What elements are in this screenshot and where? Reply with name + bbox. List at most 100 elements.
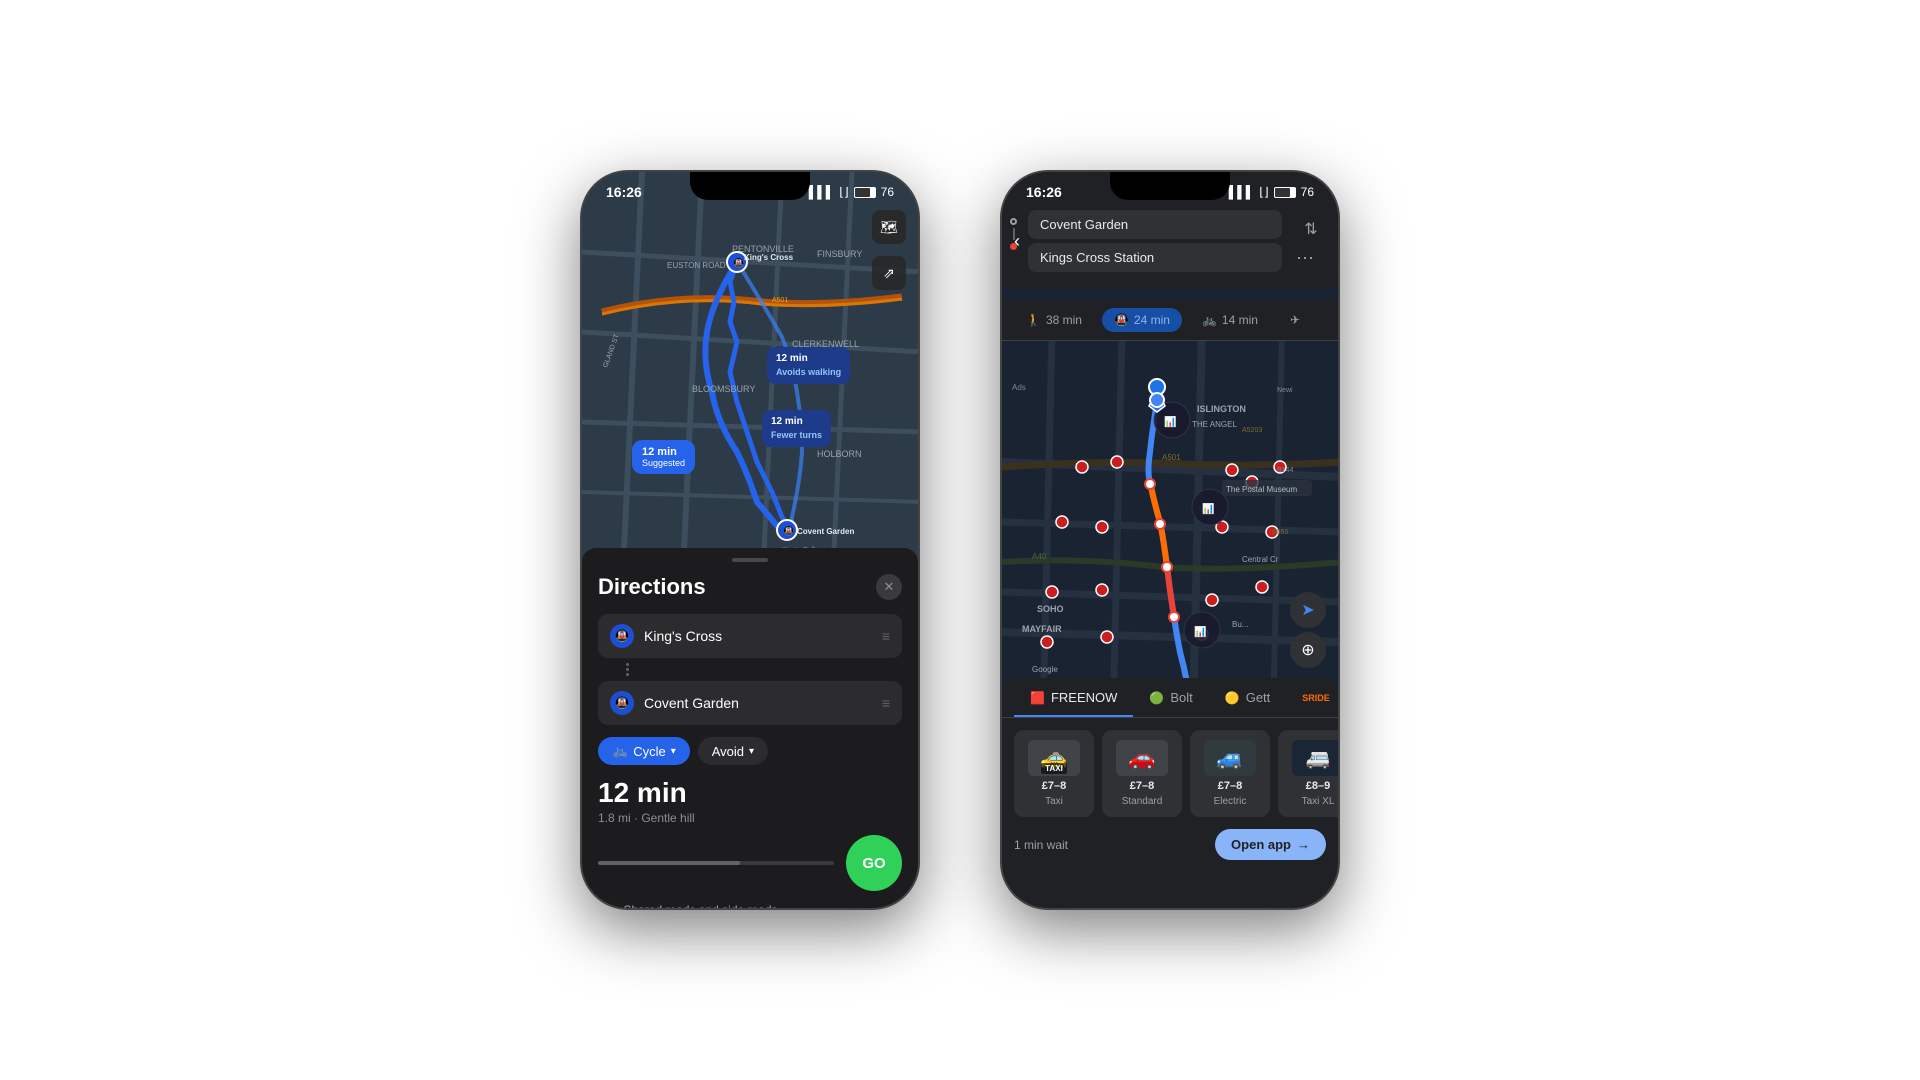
svg-text:A5203: A5203 [1242, 427, 1262, 434]
location-btn[interactable]: ⇗ [872, 256, 906, 290]
svg-text:📊: 📊 [1202, 502, 1214, 515]
xl-price: £8–9 [1306, 780, 1330, 792]
mode-walk[interactable]: 🚶 38 min [1014, 308, 1094, 332]
time-right: 16:26 [1026, 184, 1062, 200]
svg-text:ISLINGTON: ISLINGTON [1197, 404, 1246, 414]
cycle-chevron: ▾ [671, 746, 676, 757]
taxi-cards: 🚕 TAXI £7–8 Taxi 🚗 £7–8 Standard 🚙 £7– [1002, 718, 1338, 825]
duration-sub: 1.8 mi · Gentle hill [598, 811, 902, 825]
waypoints-divider [626, 660, 902, 679]
svg-text:The Postal Museum: The Postal Museum [1226, 485, 1297, 494]
svg-text:A501: A501 [1162, 453, 1181, 462]
transport-row: 🚲 Cycle ▾ Avoid ▾ [598, 737, 902, 765]
map-icon-btn[interactable]: 🗺 [872, 210, 906, 244]
svg-text:📊: 📊 [1164, 415, 1176, 428]
gmap-origin-row: ‹ Covent Garden Kings Cross Station ⇅ ⋯ [1014, 210, 1326, 272]
go-button[interactable]: GO [846, 835, 902, 891]
info-row: 🚲 Shared roads and side roads ⚠️ May req… [598, 901, 902, 910]
cycle-time: 14 min [1222, 313, 1258, 327]
svg-text:B144: B144 [1277, 467, 1293, 474]
progress-bar [598, 861, 834, 865]
mode-flight[interactable]: ✈ [1278, 308, 1312, 332]
compass-button[interactable]: ⊕ [1290, 632, 1326, 668]
mode-transit[interactable]: 🚇 24 min [1102, 308, 1182, 332]
svg-text:SOHO: SOHO [1037, 604, 1064, 614]
svg-text:MAYFAIR: MAYFAIR [1022, 624, 1062, 634]
transit-icon: 🚇 [1114, 313, 1129, 327]
wait-time: 1 min wait [1014, 838, 1068, 852]
svg-text:THE ANGEL: THE ANGEL [1192, 420, 1237, 429]
right-phone: 16:26 ▌▌▌ ⌊⌋ 76 ‹ Covent Garden [1000, 170, 1340, 910]
wifi-right: ⌊⌋ [1259, 185, 1268, 199]
taxi-price: £7–8 [1042, 780, 1066, 792]
status-icons-left: ▌▌▌ ⌊⌋ 76 [809, 185, 894, 199]
taxi-type: Taxi [1045, 796, 1063, 807]
battery-fill-left [855, 188, 870, 197]
svg-text:A40: A40 [1032, 552, 1047, 561]
svg-text:BLOOMSBURY: BLOOMSBURY [692, 384, 755, 394]
start-waypoint-icon: 🚇 [610, 624, 634, 648]
svg-text:Bu...: Bu... [1232, 620, 1248, 629]
tab-bolt[interactable]: 🟢 Bolt [1133, 678, 1208, 717]
my-location-button[interactable]: ➤ [1290, 592, 1326, 628]
taxi-card-taxi[interactable]: 🚕 TAXI £7–8 Taxi [1014, 730, 1094, 817]
progress-go-row: GO [598, 835, 902, 891]
battery-pct-left: 76 [881, 185, 894, 199]
xl-image: 🚐 [1292, 740, 1338, 776]
shared-roads-icon: 🚲 [598, 901, 615, 910]
transit-time: 24 min [1134, 313, 1170, 327]
close-button[interactable]: ✕ [876, 574, 902, 600]
signal-left: ▌▌▌ [809, 185, 835, 199]
origin-dot [1010, 218, 1017, 225]
tab-gett[interactable]: 🟡 Gett [1209, 678, 1287, 717]
freenow-label: FREENOW [1051, 690, 1117, 705]
more-button[interactable]: ⋯ [1296, 248, 1326, 269]
svg-text:FINSBURY: FINSBURY [817, 249, 862, 259]
duration-text: 12 min [598, 777, 902, 809]
mode-cycle[interactable]: 🚲 14 min [1190, 308, 1270, 332]
tooltip-fewer-turns: 12 min Fewer turns [762, 410, 831, 447]
avoid-label: Avoid [712, 744, 744, 759]
destination-input[interactable]: Kings Cross Station [1028, 243, 1282, 272]
waypoint-end-handle: ≡ [882, 695, 890, 711]
sheet-title-row: Directions ✕ [598, 574, 902, 600]
bolt-logo: 🟢 [1149, 691, 1164, 705]
notch-right [1110, 172, 1230, 200]
avoid-btn[interactable]: Avoid ▾ [698, 737, 768, 765]
electric-image: 🚙 [1204, 740, 1256, 776]
origin-input[interactable]: Covent Garden [1028, 210, 1282, 239]
open-app-button[interactable]: Open app → [1215, 829, 1326, 860]
svg-text:📊: 📊 [1194, 625, 1206, 638]
svg-text:B050: B050 [1272, 529, 1288, 536]
taxi-card-electric[interactable]: 🚙 £7–8 Electric [1190, 730, 1270, 817]
bolt-label: Bolt [1170, 690, 1192, 705]
swap-button[interactable]: ⇅ [1296, 214, 1326, 244]
end-waypoint-icon: 🚇 [610, 691, 634, 715]
transport-mode-bar: 🚶 38 min 🚇 24 min 🚲 14 min ✈ [1002, 300, 1338, 341]
svg-text:Covent Garden: Covent Garden [797, 527, 854, 536]
waypoint-start-row[interactable]: 🚇 King's Cross ≡ [598, 614, 902, 658]
destination-text: Kings Cross Station [1040, 250, 1270, 265]
tab-sride[interactable]: SRIDE [1286, 678, 1340, 717]
taxi-image: 🚕 TAXI [1028, 740, 1080, 776]
svg-text:Newi: Newi [1277, 387, 1293, 394]
electric-price: £7–8 [1218, 780, 1242, 792]
cycle-label: Cycle [633, 744, 666, 759]
directions-sheet: Directions ✕ 🚇 King's Cross ≡ 🚇 Covent G… [582, 548, 918, 908]
walk-icon: 🚶 [1026, 313, 1041, 327]
waypoint-end-row[interactable]: 🚇 Covent Garden ≡ [598, 681, 902, 725]
open-app-label: Open app [1231, 837, 1291, 852]
svg-text:A501: A501 [772, 297, 788, 304]
battery-fill-right [1275, 188, 1290, 197]
taxi-card-standard[interactable]: 🚗 £7–8 Standard [1102, 730, 1182, 817]
cycle-icon: 🚲 [612, 743, 628, 759]
svg-text:Google: Google [1032, 665, 1058, 674]
battery-pct-right: 76 [1301, 185, 1314, 199]
avoid-chevron: ▾ [749, 746, 754, 757]
info-shared-roads: 🚲 Shared roads and side roads [598, 901, 902, 910]
origin-text: Covent Garden [1040, 217, 1270, 232]
cycle-btn[interactable]: 🚲 Cycle ▾ [598, 737, 690, 765]
dest-dot [1010, 243, 1017, 250]
taxi-card-xl[interactable]: 🚐 £8–9 Taxi XL [1278, 730, 1338, 817]
tab-freenow[interactable]: 🟥 FREENOW [1014, 678, 1133, 717]
